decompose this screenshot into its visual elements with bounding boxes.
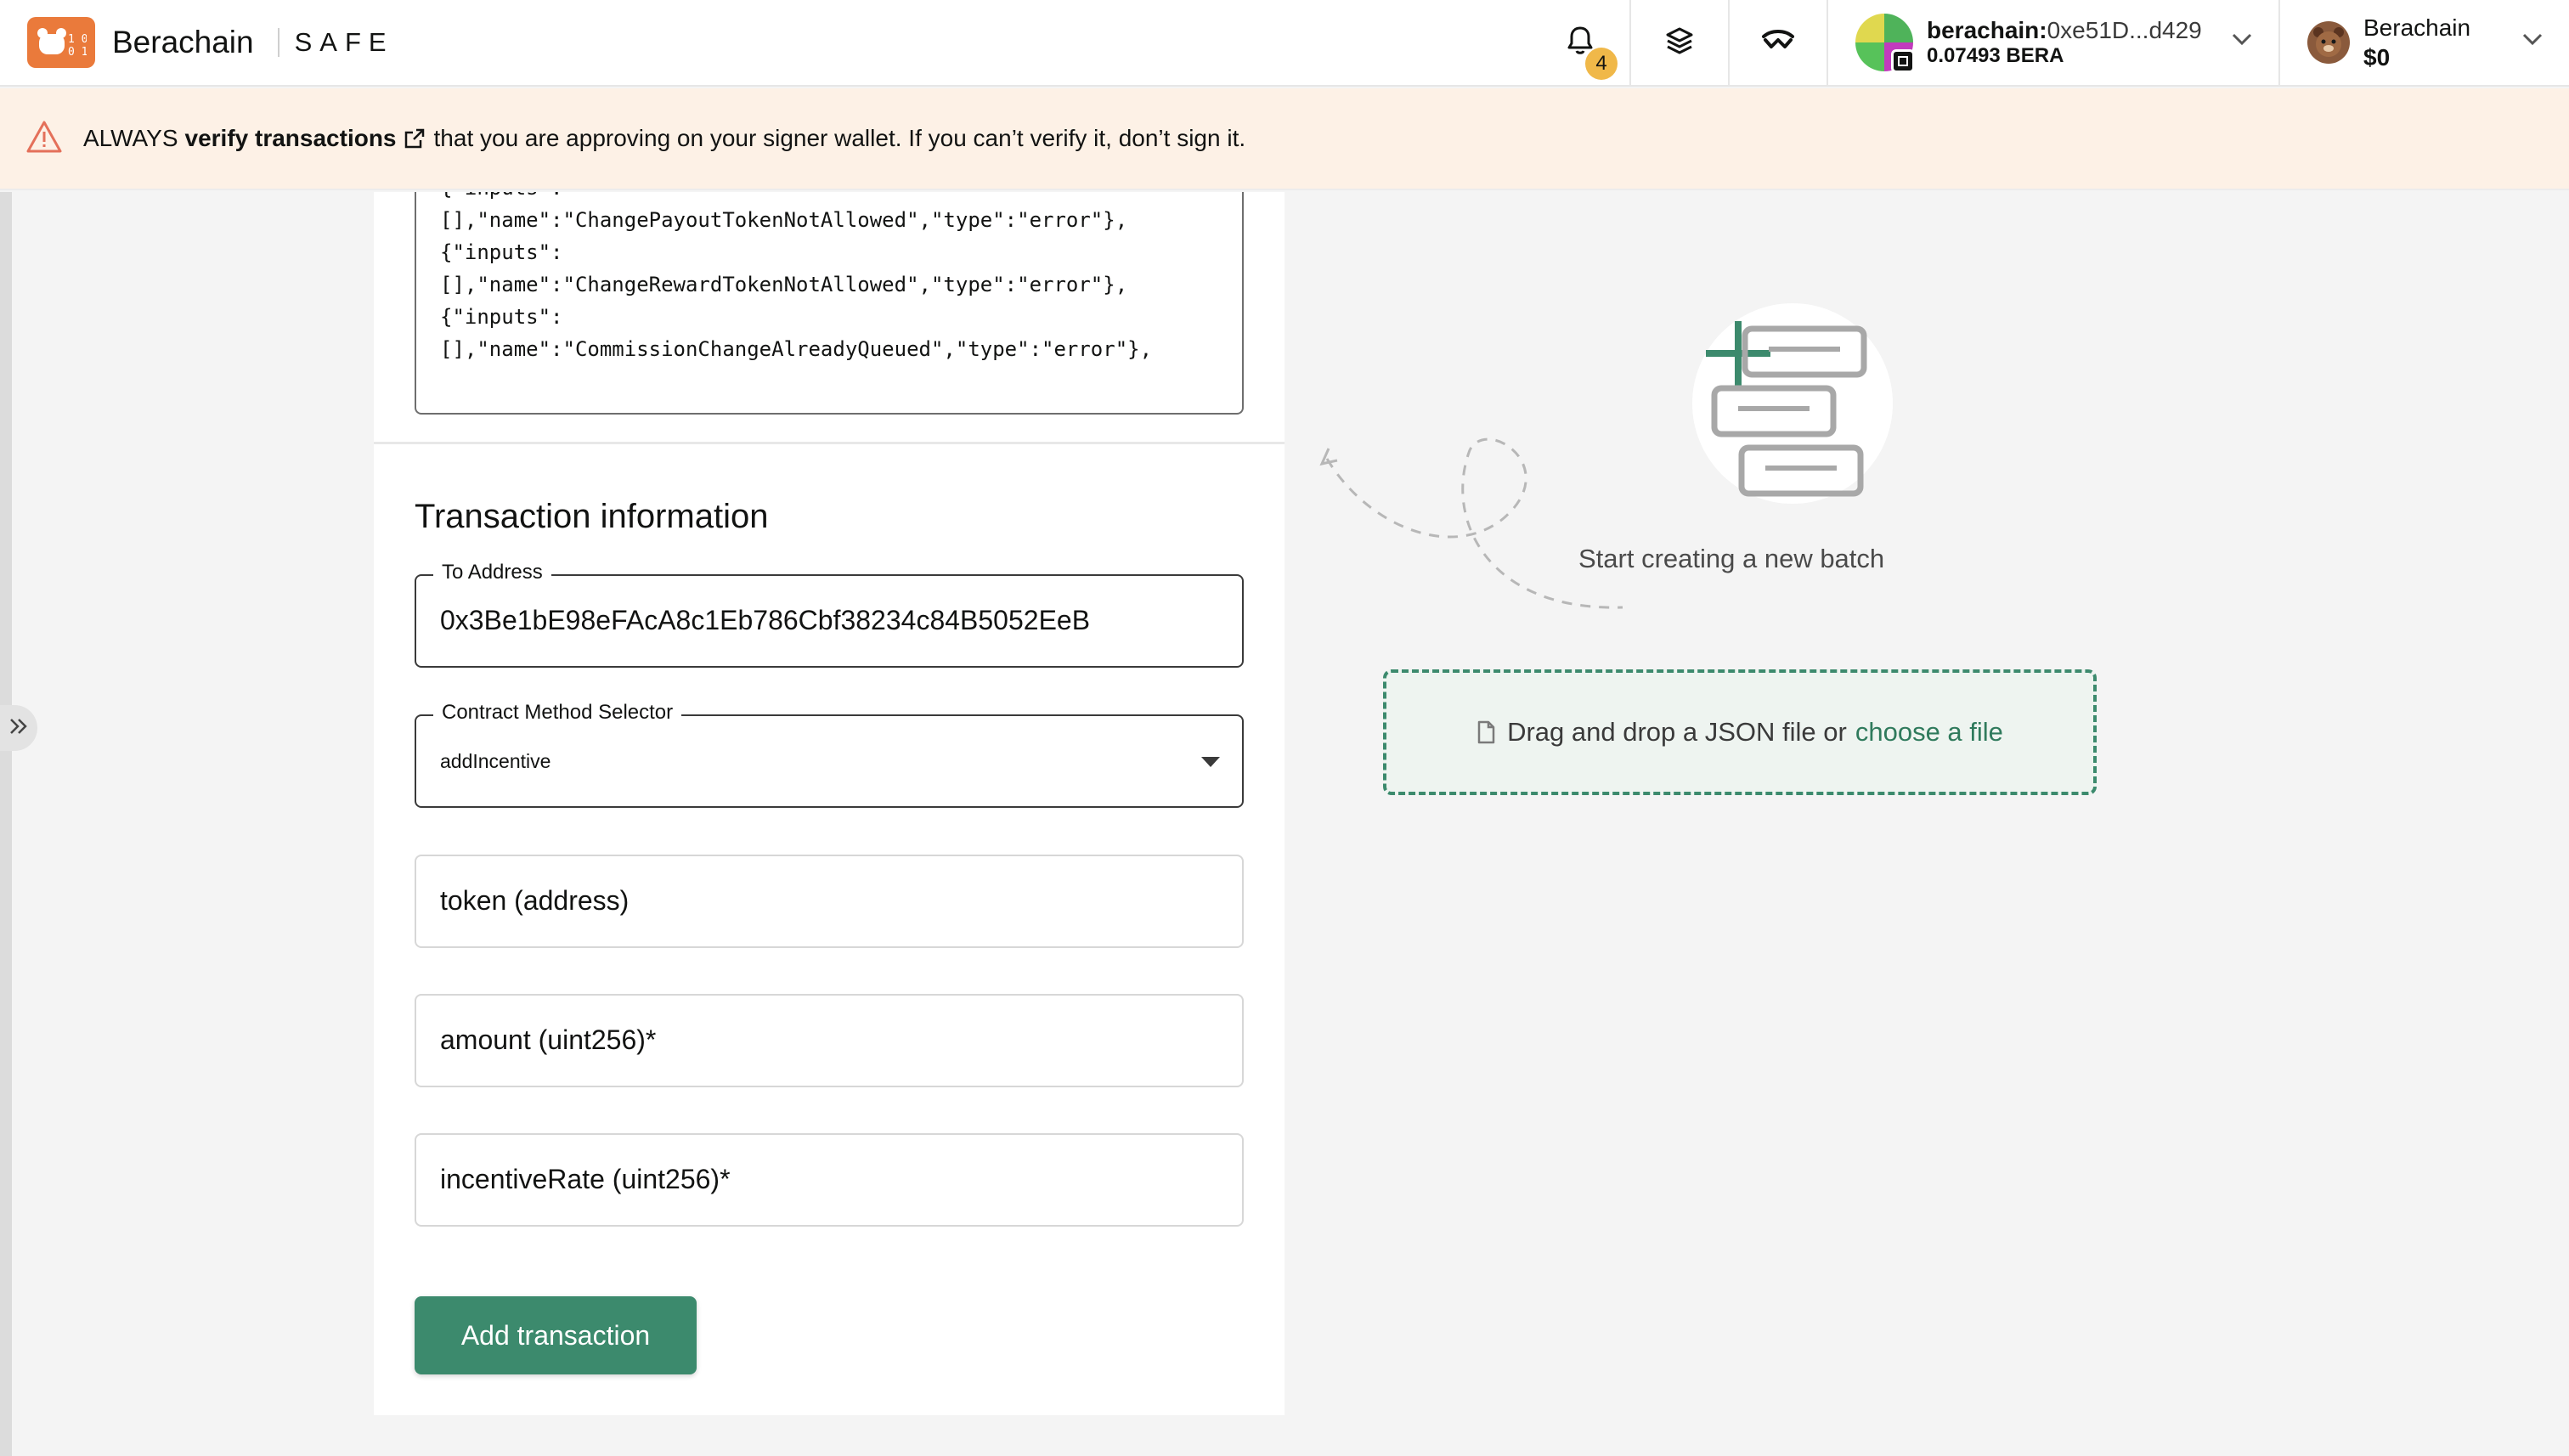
brand-logo-link[interactable]: 1 0 0 1 Berachain SAFE	[0, 0, 394, 85]
banner-prefix: ALWAYS	[83, 125, 178, 151]
double-chevron-right-icon	[8, 717, 30, 740]
brand-divider	[277, 28, 279, 57]
berachain-logo-icon: 1 0 0 1	[27, 17, 95, 68]
contract-method-value: addIncentive	[440, 750, 551, 772]
add-transaction-button[interactable]: Add transaction	[415, 1296, 697, 1374]
dashed-arrow-decoration	[1319, 437, 1623, 609]
caret-down-icon	[1201, 757, 1220, 767]
section-divider	[374, 442, 1284, 444]
security-warning-banner: ALWAYS verify transactions that you are …	[0, 88, 2569, 190]
token-address-input[interactable]: token (address)	[415, 855, 1244, 948]
contract-method-select[interactable]: Contract Method Selector addIncentive	[415, 701, 1244, 808]
to-address-input[interactable]: To Address 0x3Be1bE98eFAcA8c1Eb786Cbf382…	[415, 561, 1244, 668]
top-header: 1 0 0 1 Berachain SAFE 4 berachain:0xe51…	[0, 0, 2569, 87]
svg-text:0 1: 0 1	[68, 46, 87, 59]
external-link-icon[interactable]	[404, 127, 426, 150]
layers-icon	[1665, 26, 1694, 59]
chevron-down-icon	[2231, 32, 2253, 50]
wallet-chip-icon	[1891, 49, 1915, 73]
notifications-button[interactable]: 4	[1531, 0, 1629, 85]
new-batch-illustration-icon	[1692, 303, 1893, 504]
expand-sidebar-button[interactable]	[0, 705, 37, 751]
walletconnect-button[interactable]	[1728, 0, 1827, 85]
abi-textarea[interactable]: {"inputs": [],"name":"ChangePayoutTokenN…	[415, 192, 1244, 415]
network-balance: $0	[2363, 44, 2391, 71]
warning-triangle-icon	[25, 120, 63, 158]
account-network-prefix: berachain:	[1927, 16, 2047, 43]
abi-content: {"inputs": [],"name":"ChangePayoutTokenN…	[440, 192, 1153, 361]
batch-empty-hint: Start creating a new batch	[1578, 544, 1885, 573]
token-address-placeholder: token (address)	[440, 885, 630, 916]
contract-method-label: Contract Method Selector	[433, 701, 682, 725]
network-name: Berachain	[2363, 14, 2471, 41]
dropzone-text: Drag and drop a JSON file or	[1507, 717, 1847, 747]
network-selector[interactable]: Berachain $0	[2278, 0, 2569, 85]
incentive-rate-input[interactable]: incentiveRate (uint256)*	[415, 1133, 1244, 1227]
incentive-rate-placeholder: incentiveRate (uint256)*	[440, 1164, 731, 1194]
sidebar-rail	[0, 192, 12, 1456]
bear-avatar-icon	[2307, 21, 2350, 64]
to-address-value: 0x3Be1bE98eFAcA8c1Eb786Cbf38234c84B5052E…	[440, 605, 1091, 635]
account-avatar	[1855, 14, 1915, 73]
chevron-down-icon	[2521, 32, 2544, 50]
verify-transactions-link[interactable]: verify transactions	[185, 125, 397, 152]
account-selector[interactable]: berachain:0xe51D...d429 0.07493 BERA	[1827, 0, 2278, 85]
brand-name: Berachain	[112, 25, 254, 59]
account-balance: 0.07493 BERA	[1927, 44, 2064, 68]
section-title: Transaction information	[415, 498, 769, 535]
choose-file-link[interactable]: choose a file	[1855, 717, 2003, 748]
file-icon	[1476, 720, 1495, 744]
json-file-dropzone[interactable]: Drag and drop a JSON file or choose a fi…	[1383, 669, 2097, 795]
banner-suffix: that you are approving on your signer wa…	[433, 125, 1246, 151]
notifications-count-badge: 4	[1585, 48, 1618, 80]
to-address-label: To Address	[433, 561, 551, 584]
account-address: 0xe51D...d429	[2047, 16, 2202, 43]
walletconnect-icon	[1761, 29, 1795, 56]
amount-input[interactable]: amount (uint256)*	[415, 994, 1244, 1087]
svg-text:1 0: 1 0	[68, 33, 87, 46]
transaction-builder-card: {"inputs": [],"name":"ChangePayoutTokenN…	[374, 192, 1284, 1415]
brand-product: SAFE	[294, 27, 394, 57]
transactions-queue-button[interactable]	[1629, 0, 1728, 85]
amount-placeholder: amount (uint256)*	[440, 1024, 657, 1055]
